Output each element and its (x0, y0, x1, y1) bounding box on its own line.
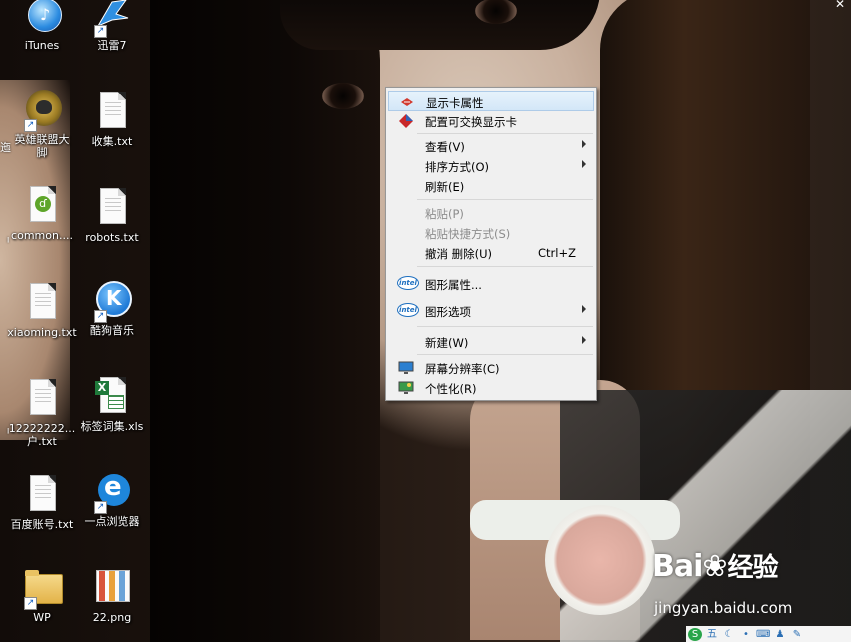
desktop-icon-label: common.... (11, 229, 73, 242)
desktop-icon-label: 英雄联盟大 脚 (14, 133, 70, 159)
close-icon[interactable]: ✕ (835, 0, 845, 11)
desktop-icon-lol[interactable]: ↗ 英雄联盟大 脚 (7, 90, 77, 159)
shortcut-arrow-icon: ↗ (24, 119, 37, 132)
desktop-icon-label: 标签词集.xls (80, 420, 144, 433)
shortcut-arrow-icon: ↗ (24, 597, 37, 610)
image-file-icon (92, 568, 132, 608)
desktop-icon-label: 收集.txt (91, 135, 133, 148)
amd-diamond-icon (397, 113, 415, 129)
moon-icon[interactable]: ☾ (722, 628, 736, 641)
submenu-arrow-icon (582, 305, 586, 313)
monitor-icon (397, 360, 415, 376)
intel-icon: intel (397, 276, 419, 292)
menu-item-refresh[interactable]: 刷新(E) (388, 176, 594, 196)
text-file-icon (22, 379, 62, 419)
text-file-icon (92, 92, 132, 132)
submenu-arrow-icon (582, 140, 586, 148)
menu-item-personalize[interactable]: 个性化(R) (388, 378, 594, 398)
submenu-arrow-icon (582, 160, 586, 168)
shortcut-arrow-icon: ↗ (94, 25, 107, 38)
desktop-icon-1222[interactable]: 12222222... 户.txt (7, 379, 77, 448)
dreamweaver-file-icon: ɗ (22, 186, 62, 226)
desktop-icon-label: 一点浏览器 (84, 515, 140, 528)
desktop-icon-yidian-browser[interactable]: e ↗ 一点浏览器 (77, 472, 147, 528)
desktop-icon-robots[interactable]: robots.txt (77, 188, 147, 244)
ime-toolbar: S 五 ☾ • ⌨ ♟ ✎ (686, 626, 851, 642)
menu-item-paste-shortcut: 粘贴快捷方式(S) (425, 227, 511, 241)
menu-item-sort-by[interactable]: 排序方式(O) (388, 156, 594, 176)
text-file-icon (92, 188, 132, 228)
excel-file-icon: X (92, 377, 132, 417)
submenu-arrow-icon (582, 336, 586, 344)
menu-item-switchable-graphics[interactable]: 配置可交换显示卡 (388, 111, 594, 131)
desktop-icon-label: 22.png (92, 611, 132, 624)
menu-item-graphics-options[interactable]: intel 图形选项 (388, 301, 594, 321)
menu-item-paste: 粘贴(P) (425, 207, 464, 221)
menu-item-display-card-properties[interactable]: 显示卡属性 (388, 91, 594, 111)
desktop-icon-label: iTunes (24, 39, 60, 52)
desktop-icon-xls[interactable]: X 标签词集.xls (77, 377, 147, 433)
desktop-icon-22png[interactable]: 22.png (77, 568, 147, 624)
edge-label: 迤 (0, 141, 11, 154)
desktop-icon-itunes[interactable]: ♪ iTunes (7, 0, 77, 52)
paw-icon: ❀ (702, 549, 728, 584)
desktop-icon-xunlei[interactable]: ↗ 迅雷7 (77, 0, 147, 52)
menu-item-screen-resolution[interactable]: 屏幕分辨率(C) (388, 358, 594, 378)
graphics-card-icon (398, 94, 416, 110)
menu-item-view[interactable]: 查看(V) (388, 136, 594, 156)
desktop-icon-label: WP (33, 611, 51, 624)
keyboard-icon[interactable]: ⌨ (756, 628, 770, 641)
kugou-music-icon: K ↗ (92, 281, 132, 323)
text-file-icon (22, 475, 62, 515)
menu-item-undo-delete[interactable]: 撤消 删除(U) Ctrl+Z (388, 243, 594, 263)
itunes-icon: ♪ (22, 0, 62, 36)
desktop-context-menu: 显示卡属性 配置可交换显示卡 查看(V) 排序方式(O) 刷新(E) 粘贴(P)… (385, 87, 597, 401)
desktop-icon-label: 12222222... 户.txt (8, 422, 76, 448)
folder-icon: ↗ (22, 568, 63, 610)
desktop-icon-wp[interactable]: ↗ WP (7, 568, 77, 624)
text-file-icon (22, 283, 62, 323)
baidu-jingyan-watermark: Bai❀经验 jingyan.baidu.com (652, 549, 793, 617)
intel-icon: intel (397, 303, 419, 319)
xunlei-bird-icon: ↗ (92, 0, 132, 38)
browser-e-icon: e ↗ (92, 472, 132, 514)
desktop-icon-common[interactable]: ɗ common.... (7, 186, 77, 242)
personalize-icon (397, 380, 415, 396)
edge-label: ᅵ (0, 427, 11, 440)
desktop-icon-baidu-account[interactable]: 百度账号.txt (7, 475, 77, 531)
desktop-icon-label: 迅雷7 (97, 39, 127, 52)
wrench-icon[interactable]: ✎ (790, 628, 804, 641)
desktop-icon-shouji[interactable]: 收集.txt (77, 92, 147, 148)
desktop-icon-kugou[interactable]: K ↗ 酷狗音乐 (77, 281, 147, 337)
desktop-icon-label: 酷狗音乐 (90, 324, 134, 337)
user-icon[interactable]: ♟ (773, 628, 787, 641)
shortcut-label: Ctrl+Z (538, 246, 576, 260)
ime-mode-label[interactable]: 五 (705, 628, 719, 641)
menu-item-graphics-properties[interactable]: intel 图形属性... (388, 274, 594, 294)
lol-box-icon: ↗ (22, 90, 62, 132)
desktop-icon-label: robots.txt (85, 231, 139, 244)
sogou-icon[interactable]: S (688, 628, 702, 641)
shortcut-arrow-icon: ↗ (94, 501, 107, 514)
edge-label: ᅵ (0, 236, 11, 249)
menu-item-new[interactable]: 新建(W) (388, 332, 594, 352)
dot-icon[interactable]: • (739, 628, 753, 641)
desktop-icon-xiaoming[interactable]: xiaoming.txt (7, 283, 77, 339)
desktop-icon-label: xiaoming.txt (7, 326, 77, 339)
shortcut-arrow-icon: ↗ (94, 310, 107, 323)
desktop-icon-label: 百度账号.txt (10, 518, 74, 531)
